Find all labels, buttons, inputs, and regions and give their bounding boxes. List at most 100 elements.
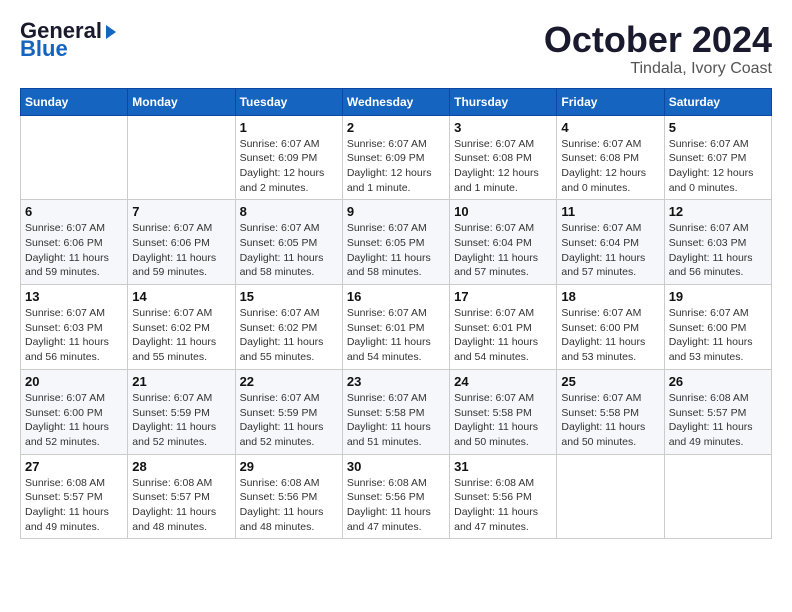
day-number: 20 bbox=[25, 374, 123, 389]
day-info: Sunrise: 6:07 AMSunset: 6:09 PMDaylight:… bbox=[347, 137, 445, 196]
day-number: 27 bbox=[25, 459, 123, 474]
calendar-cell: 29 Sunrise: 6:08 AMSunset: 5:56 PMDayligh… bbox=[235, 454, 342, 539]
logo-arrow-icon bbox=[106, 25, 116, 39]
calendar-cell: 31Sunrise: 6:08 AMSunset: 5:56 PMDayligh… bbox=[450, 454, 557, 539]
calendar-cell: 26 Sunrise: 6:08 AMSunset: 5:57 PMDayligh… bbox=[664, 369, 771, 454]
week-row-5: 27 Sunrise: 6:08 AMSunset: 5:57 PMDayligh… bbox=[21, 454, 772, 539]
calendar-cell: 2Sunrise: 6:07 AMSunset: 6:09 PMDaylight… bbox=[342, 115, 449, 200]
weekday-header-friday: Friday bbox=[557, 88, 664, 115]
weekday-header-monday: Monday bbox=[128, 88, 235, 115]
day-number: 1 bbox=[240, 120, 338, 135]
day-info: Sunrise: 6:07 AMSunset: 6:05 PMDaylight:… bbox=[240, 221, 338, 280]
day-info: Sunrise: 6:07 AMSunset: 5:58 PMDaylight:… bbox=[347, 391, 445, 450]
calendar-cell: 4Sunrise: 6:07 AMSunset: 6:08 PMDaylight… bbox=[557, 115, 664, 200]
week-row-3: 13Sunrise: 6:07 AMSunset: 6:03 PMDayligh… bbox=[21, 285, 772, 370]
weekday-header-tuesday: Tuesday bbox=[235, 88, 342, 115]
week-row-1: 1 Sunrise: 6:07 AMSunset: 6:09 PMDaylight… bbox=[21, 115, 772, 200]
day-info: Sunrise: 6:08 AMSunset: 5:56 PMDaylight:… bbox=[454, 476, 552, 535]
day-info: Sunrise: 6:07 AMSunset: 6:04 PMDaylight:… bbox=[561, 221, 659, 280]
calendar-cell: 22 Sunrise: 6:07 AMSunset: 5:59 PMDayligh… bbox=[235, 369, 342, 454]
calendar-cell: 21 Sunrise: 6:07 AMSunset: 5:59 PMDayligh… bbox=[128, 369, 235, 454]
calendar-cell: 7Sunrise: 6:07 AMSunset: 6:06 PMDaylight… bbox=[128, 200, 235, 285]
day-info: Sunrise: 6:07 AMSunset: 6:01 PMDaylight:… bbox=[347, 306, 445, 365]
day-number: 12 bbox=[669, 204, 767, 219]
calendar-cell: 14Sunrise: 6:07 AMSunset: 6:02 PMDayligh… bbox=[128, 285, 235, 370]
day-info: Sunrise: 6:07 AMSunset: 6:03 PMDaylight:… bbox=[25, 306, 123, 365]
day-info: Sunrise: 6:08 AMSunset: 5:57 PMDaylight:… bbox=[25, 476, 123, 535]
day-info: Sunrise: 6:07 AMSunset: 6:09 PMDaylight:… bbox=[240, 137, 338, 196]
calendar-cell: 20 Sunrise: 6:07 AMSunset: 6:00 PMDayligh… bbox=[21, 369, 128, 454]
location: Tindala, Ivory Coast bbox=[544, 60, 772, 78]
day-number: 19 bbox=[669, 289, 767, 304]
day-number: 10 bbox=[454, 204, 552, 219]
day-number: 7 bbox=[132, 204, 230, 219]
day-number: 30 bbox=[347, 459, 445, 474]
calendar-cell: 27 Sunrise: 6:08 AMSunset: 5:57 PMDayligh… bbox=[21, 454, 128, 539]
day-info: Sunrise: 6:07 AMSunset: 6:08 PMDaylight:… bbox=[561, 137, 659, 196]
day-info: Sunrise: 6:07 AMSunset: 6:00 PMDaylight:… bbox=[669, 306, 767, 365]
day-info: Sunrise: 6:07 AMSunset: 5:58 PMDaylight:… bbox=[454, 391, 552, 450]
day-info: Sunrise: 6:07 AMSunset: 6:08 PMDaylight:… bbox=[454, 137, 552, 196]
day-info: Sunrise: 6:07 AMSunset: 6:05 PMDaylight:… bbox=[347, 221, 445, 280]
day-number: 18 bbox=[561, 289, 659, 304]
weekday-header-row: SundayMondayTuesdayWednesdayThursdayFrid… bbox=[21, 88, 772, 115]
logo: General Blue bbox=[20, 20, 116, 60]
calendar-cell: 11Sunrise: 6:07 AMSunset: 6:04 PMDayligh… bbox=[557, 200, 664, 285]
day-number: 15 bbox=[240, 289, 338, 304]
calendar-cell: 9 Sunrise: 6:07 AMSunset: 6:05 PMDaylight… bbox=[342, 200, 449, 285]
week-row-4: 20 Sunrise: 6:07 AMSunset: 6:00 PMDayligh… bbox=[21, 369, 772, 454]
day-number: 28 bbox=[132, 459, 230, 474]
calendar-cell: 25 Sunrise: 6:07 AMSunset: 5:58 PMDayligh… bbox=[557, 369, 664, 454]
calendar-table: SundayMondayTuesdayWednesdayThursdayFrid… bbox=[20, 88, 772, 540]
calendar-cell: 15 Sunrise: 6:07 AMSunset: 6:02 PMDayligh… bbox=[235, 285, 342, 370]
day-info: Sunrise: 6:07 AMSunset: 6:00 PMDaylight:… bbox=[561, 306, 659, 365]
calendar-cell: 17 Sunrise: 6:07 AMSunset: 6:01 PMDayligh… bbox=[450, 285, 557, 370]
day-info: Sunrise: 6:08 AMSunset: 5:57 PMDaylight:… bbox=[132, 476, 230, 535]
day-number: 23 bbox=[347, 374, 445, 389]
weekday-header-sunday: Sunday bbox=[21, 88, 128, 115]
logo-text-blue: Blue bbox=[20, 38, 68, 60]
day-info: Sunrise: 6:07 AMSunset: 5:59 PMDaylight:… bbox=[240, 391, 338, 450]
day-number: 26 bbox=[669, 374, 767, 389]
day-number: 22 bbox=[240, 374, 338, 389]
day-info: Sunrise: 6:07 AMSunset: 6:04 PMDaylight:… bbox=[454, 221, 552, 280]
weekday-header-thursday: Thursday bbox=[450, 88, 557, 115]
calendar-cell: 13Sunrise: 6:07 AMSunset: 6:03 PMDayligh… bbox=[21, 285, 128, 370]
weekday-header-wednesday: Wednesday bbox=[342, 88, 449, 115]
day-info: Sunrise: 6:07 AMSunset: 6:06 PMDaylight:… bbox=[25, 221, 123, 280]
day-number: 6 bbox=[25, 204, 123, 219]
day-info: Sunrise: 6:07 AMSunset: 6:00 PMDaylight:… bbox=[25, 391, 123, 450]
day-info: Sunrise: 6:08 AMSunset: 5:57 PMDaylight:… bbox=[669, 391, 767, 450]
title-area: October 2024 Tindala, Ivory Coast bbox=[544, 20, 772, 78]
day-number: 24 bbox=[454, 374, 552, 389]
month-title: October 2024 bbox=[544, 20, 772, 60]
day-info: Sunrise: 6:07 AMSunset: 6:01 PMDaylight:… bbox=[454, 306, 552, 365]
day-number: 9 bbox=[347, 204, 445, 219]
calendar-cell bbox=[21, 115, 128, 200]
calendar-cell: 8Sunrise: 6:07 AMSunset: 6:05 PMDaylight… bbox=[235, 200, 342, 285]
day-info: Sunrise: 6:07 AMSunset: 5:59 PMDaylight:… bbox=[132, 391, 230, 450]
calendar-cell: 30 Sunrise: 6:08 AMSunset: 5:56 PMDayligh… bbox=[342, 454, 449, 539]
calendar-cell: 12Sunrise: 6:07 AMSunset: 6:03 PMDayligh… bbox=[664, 200, 771, 285]
day-number: 3 bbox=[454, 120, 552, 135]
calendar-cell: 3 Sunrise: 6:07 AMSunset: 6:08 PMDaylight… bbox=[450, 115, 557, 200]
day-info: Sunrise: 6:08 AMSunset: 5:56 PMDaylight:… bbox=[347, 476, 445, 535]
day-number: 5 bbox=[669, 120, 767, 135]
day-info: Sunrise: 6:07 AMSunset: 6:02 PMDaylight:… bbox=[132, 306, 230, 365]
day-info: Sunrise: 6:07 AMSunset: 6:02 PMDaylight:… bbox=[240, 306, 338, 365]
day-number: 17 bbox=[454, 289, 552, 304]
calendar-cell: 16 Sunrise: 6:07 AMSunset: 6:01 PMDayligh… bbox=[342, 285, 449, 370]
week-row-2: 6 Sunrise: 6:07 AMSunset: 6:06 PMDaylight… bbox=[21, 200, 772, 285]
calendar-cell: 10 Sunrise: 6:07 AMSunset: 6:04 PMDayligh… bbox=[450, 200, 557, 285]
day-info: Sunrise: 6:08 AMSunset: 5:56 PMDaylight:… bbox=[240, 476, 338, 535]
calendar-cell: 28 Sunrise: 6:08 AMSunset: 5:57 PMDayligh… bbox=[128, 454, 235, 539]
day-number: 16 bbox=[347, 289, 445, 304]
page-header: General Blue October 2024 Tindala, Ivory… bbox=[20, 20, 772, 78]
calendar-cell: 5Sunrise: 6:07 AMSunset: 6:07 PMDaylight… bbox=[664, 115, 771, 200]
calendar-cell: 18 Sunrise: 6:07 AMSunset: 6:00 PMDayligh… bbox=[557, 285, 664, 370]
day-number: 29 bbox=[240, 459, 338, 474]
day-number: 25 bbox=[561, 374, 659, 389]
day-number: 21 bbox=[132, 374, 230, 389]
calendar-cell: 24 Sunrise: 6:07 AMSunset: 5:58 PMDayligh… bbox=[450, 369, 557, 454]
day-info: Sunrise: 6:07 AMSunset: 5:58 PMDaylight:… bbox=[561, 391, 659, 450]
